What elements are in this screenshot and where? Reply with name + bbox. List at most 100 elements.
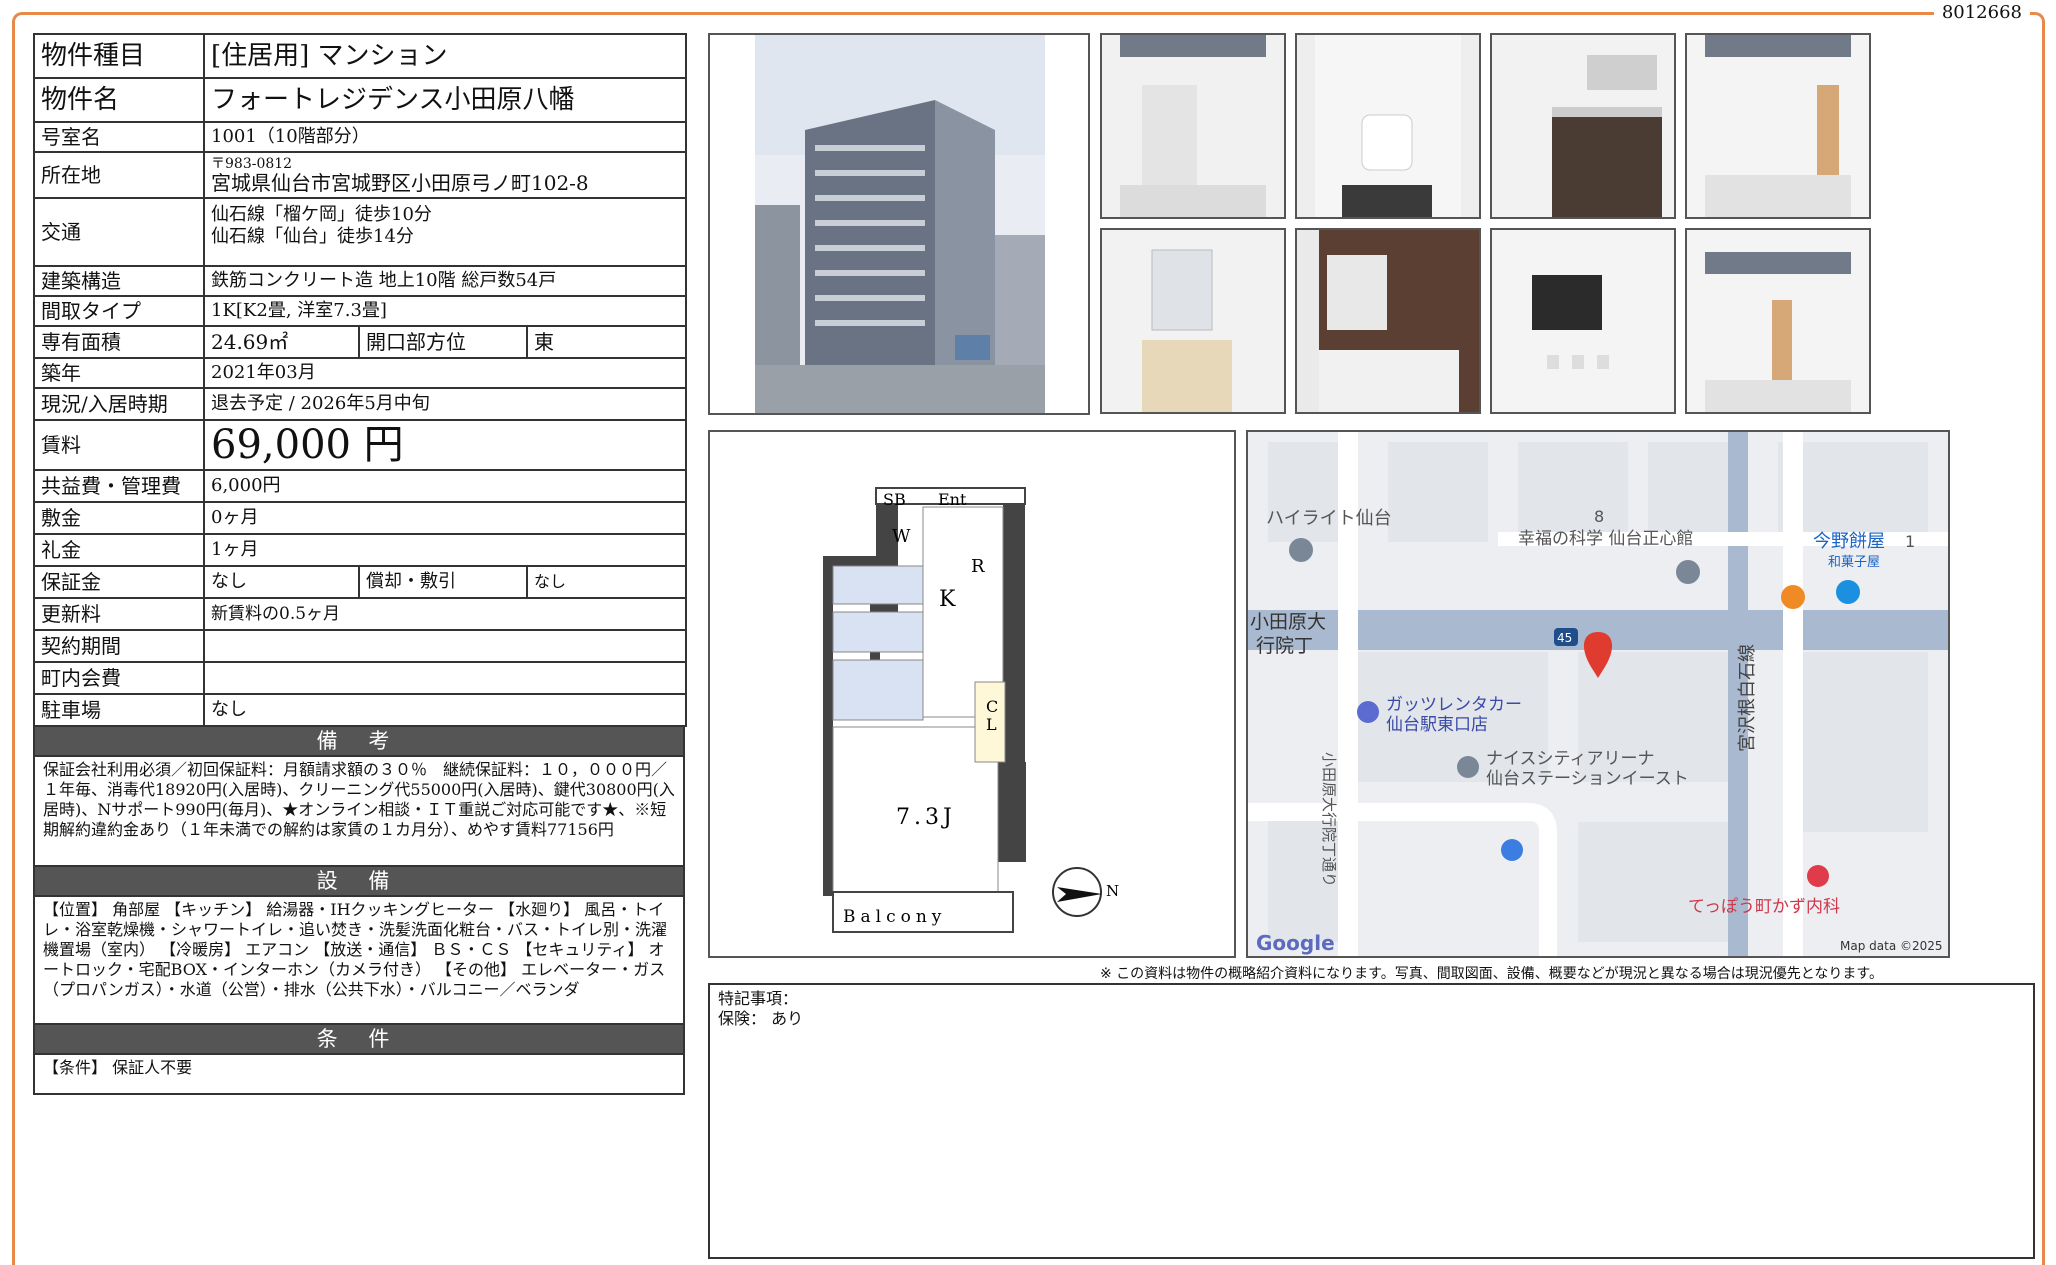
deposit-value: 0ヶ月 — [202, 501, 688, 535]
floor-plan[interactable]: SB Ent W R K C L 7.3J Balcony N — [708, 430, 1236, 958]
room-photo-2[interactable] — [1685, 33, 1871, 219]
floorplan-label-sb: SB — [883, 490, 906, 509]
north-arrow-icon: N — [1052, 867, 1119, 917]
transit-1: 仙石線「榴ケ岡」徒歩10分 — [211, 204, 432, 225]
layout-label: 間取タイプ — [33, 295, 205, 327]
conditions-header: 条 件 — [33, 1025, 685, 1055]
map-label-gyoin: 行院丁 — [1256, 635, 1313, 657]
property-table: 物件種目 [住居用] マンション 物件名 フォートレジデンス小田原八幡 号室名 … — [33, 33, 688, 727]
map-route-45: 45 — [1557, 631, 1572, 645]
floorplan-label-r: R — [971, 556, 985, 577]
amortization-label: 償却・敷引 — [358, 565, 528, 599]
floorplan-label-balcony: Balcony — [843, 907, 946, 927]
toilet-photo[interactable] — [1295, 33, 1481, 219]
map-label-station-east: 仙台ステーションイースト — [1486, 769, 1689, 789]
floorplan-label-w: W — [892, 526, 911, 547]
built-value: 2021年03月 — [202, 357, 688, 389]
disclaimer-note: ※ この資料は物件の概略紹介資料になります。写真、間取図面、設備、概要などが現況… — [1100, 966, 1883, 982]
key-money-value: 1ヶ月 — [202, 533, 688, 567]
guarantee-value: なし — [203, 565, 360, 599]
floorplan-label-n: N — [1106, 882, 1119, 900]
intercom-photo[interactable] — [1490, 228, 1676, 414]
floorplan-label-l: L — [986, 715, 997, 734]
rent-value: 69,000 円 — [202, 419, 688, 471]
conditions-text: 【条件】 保証人不要 — [33, 1055, 685, 1095]
contract-value — [202, 629, 688, 663]
floorplan-label-c: C — [986, 697, 998, 716]
fee-label: 共益費・管理費 — [33, 469, 205, 503]
name-label: 物件名 — [33, 77, 205, 123]
property-info-panel: 物件種目 [住居用] マンション 物件名 フォートレジデンス小田原八幡 号室名 … — [33, 33, 688, 1095]
location-map[interactable]: ハイライト仙台 8 幸福の科学 仙台正心館 今野餅屋 和菓子屋 1 小田原大 行… — [1246, 430, 1950, 958]
restaurant-icon — [1781, 585, 1805, 609]
town-fee-label: 町内会費 — [33, 661, 205, 695]
town-fee-value — [202, 661, 688, 695]
transit-label: 交通 — [33, 197, 205, 267]
map-label-guts-branch: 仙台駅東口店 — [1386, 715, 1488, 735]
document-id: 8012668 — [1933, 2, 2030, 23]
parking-icon — [1501, 839, 1523, 861]
remarks-header: 備 考 — [33, 727, 685, 757]
bathroom-photo[interactable] — [1295, 228, 1481, 414]
room-label: 号室名 — [33, 121, 205, 153]
address-cell: 〒983-0812 宮城県仙台市宮城野区小田原弓ノ町102-8 — [202, 151, 688, 199]
layout-value: 1K[K2畳, 洋室7.3畳] — [202, 295, 688, 327]
transit-cell: 仙石線「榴ケ岡」徒歩10分 仙石線「仙台」徒歩14分 — [202, 197, 688, 267]
area-label: 専有面積 — [33, 325, 205, 359]
room-photo-1[interactable] — [1100, 33, 1286, 219]
name-value: フォートレジデンス小田原八幡 — [202, 77, 688, 123]
remarks-text: 保証会社利用必須／初回保証料：月額請求額の３０％ 継続保証料：１０，０００円／１… — [33, 757, 685, 867]
google-logo: Google — [1256, 931, 1335, 955]
insurance-line: 保険： あり — [718, 1009, 804, 1028]
map-label-guts: ガッツレンタカー — [1386, 695, 1522, 715]
equipment-header: 設 備 — [33, 867, 685, 897]
status-value: 退去予定 / 2026年5月中旬 — [202, 387, 688, 421]
kitchen-photo[interactable] — [1490, 33, 1676, 219]
built-label: 築年 — [33, 357, 205, 389]
map-label-nice-city: ナイスシティアリーナ — [1486, 749, 1654, 769]
address-label: 所在地 — [33, 151, 205, 199]
floorplan-label-k: K — [939, 587, 956, 612]
clinic-icon — [1807, 865, 1829, 887]
map-label-kofuku: 幸福の科学 仙台正心館 — [1518, 529, 1693, 549]
shop-icon — [1836, 580, 1860, 604]
map-label-odawara: 小田原大 — [1250, 611, 1326, 633]
map-pin-icon — [1289, 538, 1313, 562]
structure-label: 建築構造 — [33, 265, 205, 297]
map-label-route: 宮沢根白石線 — [1737, 644, 1758, 752]
map-label-street: 小田原大行院丁通り — [1320, 752, 1338, 887]
building-photo[interactable] — [708, 33, 1090, 415]
fee-value: 6,000円 — [202, 469, 688, 503]
facing-value: 東 — [525, 325, 688, 359]
map-attribution: Map data ©2025 — [1840, 939, 1943, 953]
address-zip: 〒983-0812 — [211, 156, 293, 172]
renewal-label: 更新料 — [33, 597, 205, 631]
renewal-value: 新賃料の0.5ヶ月 — [202, 597, 688, 631]
parking-value: なし — [202, 693, 688, 727]
amortization-value: なし — [525, 565, 688, 599]
map-label-clinic: てっぽう町かず内科 — [1688, 897, 1840, 917]
type-label: 物件種目 — [33, 33, 205, 79]
floorplan-label-ent: Ent — [938, 490, 967, 509]
area-value: 24.69㎡ — [203, 325, 360, 359]
map-label-highlight: ハイライト仙台 — [1266, 508, 1392, 529]
car-rental-icon — [1357, 701, 1379, 723]
address-value: 宮城県仙台市宮城野区小田原弓ノ町102-8 — [211, 171, 589, 195]
rent-label: 賃料 — [33, 419, 205, 471]
room-photo-3[interactable] — [1685, 228, 1871, 414]
floorplan-label-room: 7.3J — [896, 805, 956, 830]
deposit-label: 敷金 — [33, 501, 205, 535]
map-pin-icon-2 — [1676, 560, 1700, 584]
structure-value: 鉄筋コンクリート造 地上10階 総戸数54戸 — [202, 265, 688, 297]
status-label: 現況/入居時期 — [33, 387, 205, 421]
map-label-konno: 今野餅屋 — [1813, 531, 1885, 552]
special-notes-title: 特記事項： — [718, 989, 799, 1008]
transit-2: 仙石線「仙台」徒歩14分 — [211, 226, 414, 247]
special-notes-box: 特記事項： 保険： あり — [708, 983, 2035, 1259]
type-value: [住居用] マンション — [202, 33, 688, 79]
key-money-label: 礼金 — [33, 533, 205, 567]
map-label-block-8: 8 — [1594, 507, 1604, 526]
washbasin-photo[interactable] — [1100, 228, 1286, 414]
room-value: 1001（10階部分） — [202, 121, 688, 153]
facing-label: 開口部方位 — [358, 325, 528, 359]
